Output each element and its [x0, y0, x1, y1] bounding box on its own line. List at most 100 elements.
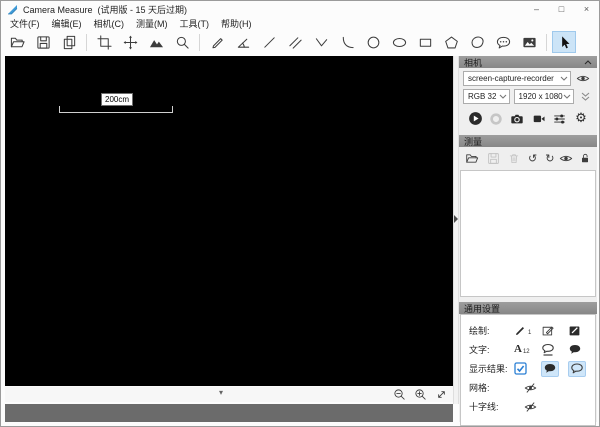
parallel-lines-tool-button[interactable]	[283, 31, 307, 53]
menu-help[interactable]: 帮助(H)	[215, 17, 258, 30]
measure-header-label: 测量	[464, 136, 483, 147]
menu-file[interactable]: 文件(F)	[4, 17, 46, 30]
edit-shape-button[interactable]	[541, 324, 568, 337]
menu-tools[interactable]: 工具(T)	[174, 17, 216, 30]
camera-device-select[interactable]: screen-capture-recorder	[463, 71, 571, 86]
crop-button[interactable]	[92, 31, 116, 53]
pan-move-button[interactable]	[118, 31, 142, 53]
font-size-value: 12	[522, 349, 530, 355]
magnifier-button[interactable]	[170, 31, 194, 53]
measurement-label[interactable]: 200cm	[101, 93, 134, 106]
freeform-polygon-tool-button[interactable]	[465, 31, 489, 53]
label-bubble-filled-button[interactable]	[568, 344, 595, 356]
snapshot-image-button[interactable]	[144, 31, 168, 53]
camera-section: 相机 screen-capture-recorder RGB 32 1920 x…	[459, 56, 597, 131]
stop-button[interactable]	[487, 110, 505, 128]
zoom-in-button[interactable]	[413, 387, 428, 402]
grid-visibility-toggle[interactable]	[524, 382, 551, 394]
zoom-out-button[interactable]	[392, 387, 407, 402]
pixel-format-select[interactable]: RGB 32	[463, 89, 510, 104]
undo-button[interactable]: ↺	[528, 153, 537, 164]
grid-label: 网格:	[469, 383, 490, 393]
measure-delete-button[interactable]	[508, 152, 520, 165]
app-window: Camera Measure (试用版 - 15 天后过期) – □ × 文件(…	[0, 0, 600, 427]
redo-icon: ↻	[545, 151, 555, 165]
camera-preview-eye-button[interactable]	[575, 71, 591, 86]
save-button[interactable]	[31, 31, 55, 53]
draw-label: 绘制:	[469, 326, 490, 336]
show-results-checkbox[interactable]	[514, 362, 541, 375]
result-bubble-outline-toggle[interactable]	[568, 360, 595, 377]
ellipse-tool-button[interactable]	[387, 31, 411, 53]
pentagon-tool-button[interactable]	[439, 31, 463, 53]
polyline-tool-button[interactable]	[309, 31, 333, 53]
menubar: 文件(F) 编辑(E) 相机(C) 测量(M) 工具(T) 帮助(H)	[1, 17, 599, 29]
splitter-arrow-icon[interactable]	[454, 215, 458, 223]
video-canvas[interactable]: 200cm	[5, 56, 453, 386]
circle-tool-button[interactable]	[361, 31, 385, 53]
measure-open-button[interactable]	[465, 152, 479, 165]
chevron-down-icon	[499, 94, 506, 99]
record-video-button[interactable]	[530, 110, 548, 128]
canvas-footer: ▾	[5, 387, 453, 402]
result-bubble-filled-toggle[interactable]	[541, 360, 568, 377]
menu-camera[interactable]: 相机(C)	[88, 17, 131, 30]
arc-tool-button[interactable]	[335, 31, 359, 53]
toolbar-separator	[199, 33, 200, 51]
maximize-button[interactable]: □	[549, 1, 574, 17]
pen-style-button[interactable]: 1	[514, 324, 541, 337]
resolution-select[interactable]: 1920 x 1080	[513, 89, 574, 104]
font-letter-icon: A	[514, 343, 522, 355]
eye-slash-icon	[524, 401, 537, 412]
chevron-up-icon[interactable]	[584, 59, 592, 65]
measurement-list[interactable]	[460, 170, 596, 297]
window-title: Camera Measure (试用版 - 15 天后过期)	[23, 4, 188, 15]
show-results-row: 显示结果:	[469, 359, 595, 378]
measure-section: 测量 ↺ ↻	[459, 135, 597, 297]
menu-measure[interactable]: 测量(M)	[130, 17, 174, 30]
crosshair-visibility-toggle[interactable]	[524, 401, 551, 413]
pencil-tool-button[interactable]	[205, 31, 229, 53]
rectangle-tool-button[interactable]	[413, 31, 437, 53]
crosshair-label: 十字线:	[469, 402, 499, 412]
open-file-button[interactable]	[5, 31, 29, 53]
status-bar	[5, 404, 453, 422]
crosshair-row: 十字线:	[469, 397, 595, 416]
adjustments-sliders-button[interactable]	[551, 110, 569, 128]
font-style-button[interactable]: A 12	[514, 343, 541, 356]
close-button[interactable]: ×	[574, 1, 599, 17]
resolution-value: 1920 x 1080	[518, 92, 563, 101]
measurement-line[interactable]	[59, 106, 173, 113]
measure-save-button[interactable]	[487, 152, 500, 165]
double-chevron-down-icon[interactable]	[578, 89, 593, 104]
select-cursor-button[interactable]	[552, 31, 576, 53]
chevron-down-icon	[563, 94, 570, 99]
pixel-format-value: RGB 32	[468, 92, 497, 101]
comment-bubble-tool-button[interactable]	[491, 31, 515, 53]
measure-visibility-eye-button[interactable]	[559, 153, 573, 164]
line-tool-button[interactable]	[257, 31, 281, 53]
play-button[interactable]	[466, 110, 484, 128]
angle-tool-button[interactable]	[231, 31, 255, 53]
text-label: 文字:	[469, 345, 490, 355]
titlebar: Camera Measure (试用版 - 15 天后过期) – □ ×	[1, 1, 599, 17]
minimize-button[interactable]: –	[524, 1, 549, 17]
label-bubble-outline-button[interactable]	[541, 343, 568, 357]
collapse-panel-button[interactable]: ▾	[219, 388, 223, 397]
settings-gear-button[interactable]: ⚙	[572, 110, 590, 128]
fit-expand-button[interactable]	[434, 387, 449, 402]
copy-button[interactable]	[57, 31, 81, 53]
fill-shape-button[interactable]	[568, 324, 595, 337]
side-panel: 相机 screen-capture-recorder RGB 32 1920 x…	[459, 56, 597, 426]
measure-lock-button[interactable]	[579, 152, 591, 165]
general-settings-section: 通用设置 绘制: 1 文字: A 12 显示结果: 网格: 十字线:	[459, 302, 597, 426]
eye-slash-icon	[524, 382, 537, 393]
toolbar-separator	[546, 33, 547, 51]
pen-size-value: 1	[528, 330, 532, 336]
chevron-down-icon	[560, 76, 568, 81]
settings-header-label: 通用设置	[464, 303, 501, 314]
picture-tool-button[interactable]	[517, 31, 541, 53]
snapshot-camera-button[interactable]	[508, 110, 526, 128]
menu-edit[interactable]: 编辑(E)	[46, 17, 88, 30]
redo-button[interactable]: ↻	[545, 153, 554, 164]
